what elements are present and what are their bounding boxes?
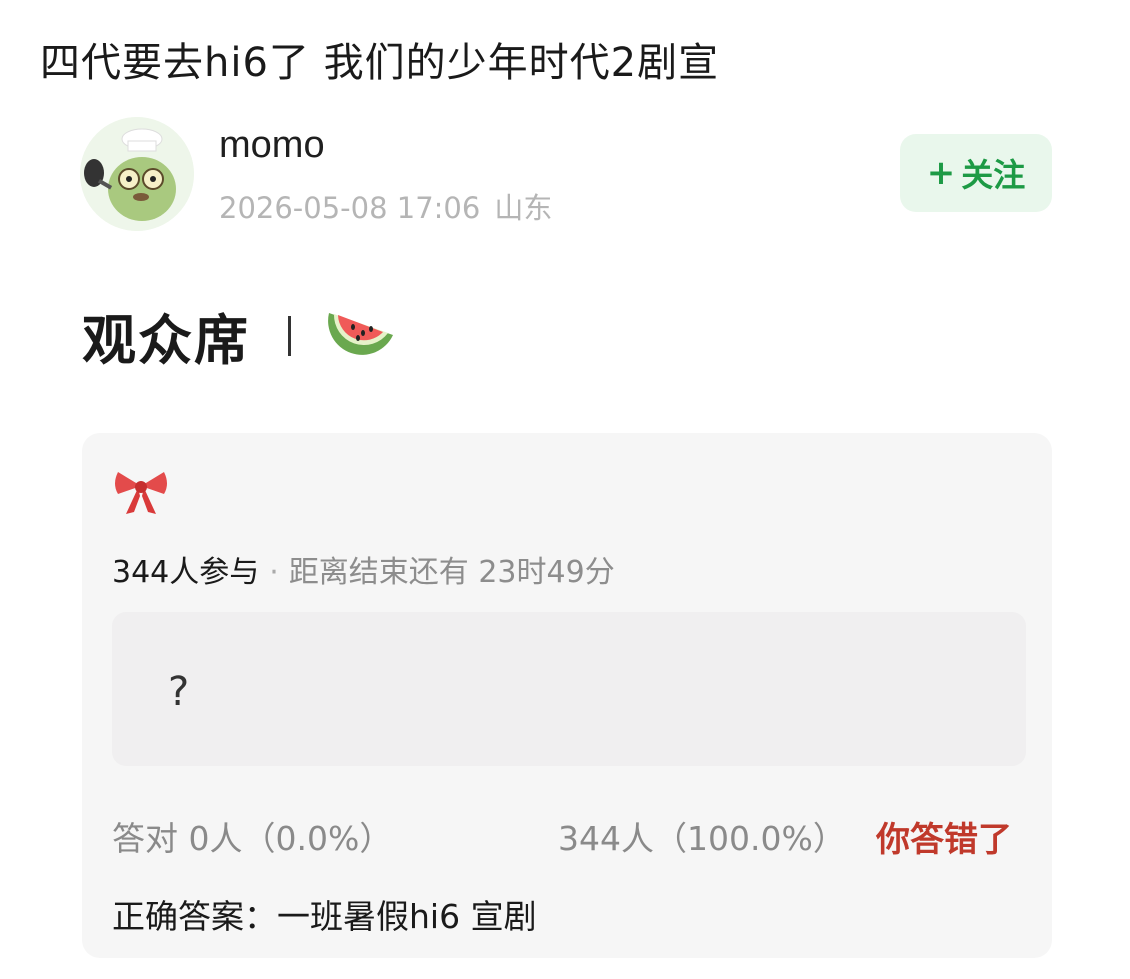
bow-icon bbox=[115, 472, 167, 514]
avatar[interactable] bbox=[80, 117, 194, 231]
username[interactable]: momo bbox=[219, 124, 325, 167]
follow-button[interactable]: + 关注 bbox=[900, 134, 1052, 212]
question-box[interactable] bbox=[112, 612, 1026, 766]
post-location: 山东 bbox=[494, 191, 553, 225]
heading-text: 观众席 bbox=[82, 309, 250, 372]
separator-dot: · bbox=[269, 555, 279, 590]
page-title: 四代要去hi6了 我们的少年时代2剧宣 bbox=[40, 40, 720, 86]
plus-icon: + bbox=[926, 153, 956, 193]
question-text: ? bbox=[168, 669, 190, 715]
quiz-stats: 344人参与 · 距离结束还有 23时49分 bbox=[112, 547, 615, 591]
correct-answer: 正确答案：一班暑假hi6 宣剧 bbox=[112, 897, 537, 936]
result-status: 你答错了 bbox=[876, 820, 1012, 860]
time-remaining: 距离结束还有 23时49分 bbox=[288, 555, 615, 590]
participant-count: 344人参与 bbox=[112, 555, 260, 590]
content-heading: 观众席 bbox=[82, 296, 397, 375]
post-meta: 2026-05-08 17:06 山东 bbox=[219, 185, 566, 227]
avatar-image bbox=[80, 117, 194, 231]
correct-count: 答对 0人（0.0%） bbox=[112, 819, 393, 858]
heading-divider bbox=[288, 315, 291, 356]
follow-label: 关注 bbox=[961, 156, 1026, 194]
wrong-count: 344人（100.0%） bbox=[558, 819, 846, 858]
post-datetime: 2026-05-08 17:06 bbox=[219, 191, 481, 225]
watermelon-icon bbox=[328, 312, 393, 355]
